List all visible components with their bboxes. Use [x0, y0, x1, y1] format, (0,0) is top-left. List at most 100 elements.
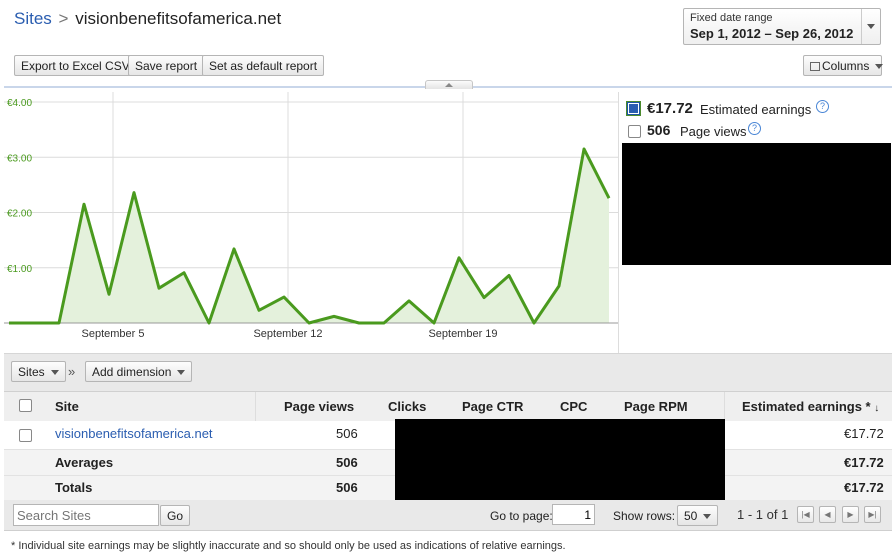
data-point[interactable] [506, 272, 512, 278]
sites-dimension-button[interactable]: Sites [11, 361, 66, 382]
x-tick-label: September 12 [253, 328, 322, 340]
chevron-down-icon [50, 370, 59, 376]
data-point[interactable] [181, 270, 187, 276]
show-rows-label: Show rows: [613, 509, 676, 523]
columns-icon [810, 62, 820, 72]
data-point[interactable] [381, 320, 387, 326]
data-point[interactable] [556, 283, 562, 289]
column-pageviews[interactable]: Page views [284, 392, 354, 422]
averages-pageviews: 506 [336, 455, 358, 470]
column-cpc[interactable]: CPC [560, 392, 587, 422]
date-range-divider [861, 9, 862, 44]
data-point[interactable] [331, 313, 337, 319]
footnote: * Individual site earnings may be slight… [11, 540, 566, 552]
page-title: visionbenefitsofamerica.net [75, 9, 282, 28]
earnings-label: Estimated earnings [700, 102, 812, 117]
date-range-label: Fixed date range [690, 12, 773, 24]
date-range-value: Sep 1, 2012 – Sep 26, 2012 [690, 26, 854, 41]
add-dimension-button[interactable]: Add dimension [85, 361, 193, 382]
dimension-separator: » [68, 364, 76, 379]
earnings-checkbox[interactable] [627, 102, 640, 115]
breadcrumb-sites-link[interactable]: Sites [14, 9, 52, 28]
data-point[interactable] [156, 285, 162, 291]
collapse-chart-handle[interactable] [425, 80, 473, 89]
data-point[interactable] [131, 190, 137, 196]
breadcrumb-separator: > [58, 9, 69, 28]
row-checkbox[interactable] [19, 429, 32, 442]
chevron-down-icon [867, 24, 875, 29]
first-page-icon[interactable]: |◀ [797, 506, 814, 523]
last-page-icon[interactable]: ▶| [864, 506, 881, 523]
checkmark-icon [629, 104, 638, 113]
goto-page-label: Go to page: [490, 509, 553, 523]
dimension-bar: Sites » Add dimension [4, 353, 892, 391]
data-point[interactable] [256, 307, 262, 313]
data-point[interactable] [356, 320, 362, 326]
set-default-report-button[interactable]: Set as default report [202, 55, 325, 76]
columns-button[interactable]: Columns [803, 55, 884, 76]
chevron-down-icon [875, 64, 884, 70]
data-point[interactable] [481, 295, 487, 301]
data-point[interactable] [81, 201, 87, 207]
add-dimension-label: Add dimension [92, 365, 172, 379]
search-go-button[interactable]: Go [160, 505, 191, 526]
redacted-block [622, 143, 891, 265]
help-icon[interactable]: ? [748, 122, 761, 135]
data-point[interactable] [31, 320, 37, 326]
data-point[interactable] [306, 320, 312, 326]
x-tick-label: September 19 [428, 328, 497, 340]
column-page-rpm[interactable]: Page RPM [624, 392, 688, 422]
data-point[interactable] [581, 146, 587, 152]
chart-container: €4.00 €3.00 €2.00 €1.00 September 5 September… [4, 92, 619, 353]
data-point[interactable] [231, 246, 237, 252]
column-page-ctr[interactable]: Page CTR [462, 392, 523, 422]
x-tick-label: September 5 [82, 328, 145, 340]
date-range-picker[interactable]: Fixed date range Sep 1, 2012 – Sep 26, 2… [683, 8, 881, 45]
data-point[interactable] [431, 320, 437, 326]
data-point[interactable] [531, 320, 537, 326]
column-site[interactable]: Site [55, 392, 79, 422]
show-rows-value: 50 [684, 509, 698, 523]
chevron-up-icon [445, 83, 453, 87]
site-link[interactable]: visionbenefitsofamerica.net [55, 421, 213, 447]
page-range: 1 - 1 of 1 [737, 507, 789, 522]
previous-page-icon[interactable]: ◀ [819, 506, 836, 523]
sort-desc-icon: ↓ [874, 403, 880, 414]
data-point[interactable] [406, 298, 412, 304]
chevron-down-icon [177, 370, 186, 376]
pageviews-checkbox[interactable] [628, 125, 641, 138]
column-estimated-earnings[interactable]: Estimated earnings * ↓ [742, 392, 879, 424]
y-tick-label: €1.00 [7, 264, 32, 275]
help-icon[interactable]: ? [816, 100, 829, 113]
averages-earnings: €17.72 [844, 455, 884, 470]
pageviews-label: Page views [680, 124, 747, 139]
breadcrumb: Sites > visionbenefitsofamerica.net [14, 9, 281, 29]
select-all-checkbox[interactable] [19, 399, 32, 412]
totals-pageviews: 506 [336, 480, 358, 495]
show-rows-select[interactable]: 50 [677, 505, 719, 526]
data-point[interactable] [56, 320, 62, 326]
export-csv-button[interactable]: Export to Excel CSV [14, 55, 137, 76]
columns-label: Columns [822, 59, 870, 73]
goto-page-input[interactable] [552, 504, 595, 525]
totals-earnings: €17.72 [844, 480, 884, 495]
earnings-total: €17.72 [647, 100, 693, 117]
search-sites-input[interactable] [13, 504, 159, 526]
column-clicks[interactable]: Clicks [388, 392, 426, 422]
y-tick-label: €2.00 [7, 209, 32, 220]
data-point[interactable] [206, 320, 212, 326]
row-pageviews: 506 [336, 426, 358, 441]
data-point[interactable] [606, 195, 612, 201]
y-tick-label: €4.00 [7, 98, 32, 109]
data-point[interactable] [281, 294, 287, 300]
chevron-down-icon [703, 514, 712, 520]
data-point[interactable] [456, 255, 462, 261]
y-tick-label: €3.00 [7, 153, 32, 164]
data-point[interactable] [6, 320, 12, 326]
redacted-block [395, 419, 725, 500]
estimated-earnings-header-label: Estimated earnings * [742, 399, 871, 414]
pageviews-total: 506 [647, 122, 671, 138]
data-point[interactable] [106, 291, 112, 297]
next-page-icon[interactable]: ▶ [842, 506, 859, 523]
save-report-button[interactable]: Save report [128, 55, 205, 76]
